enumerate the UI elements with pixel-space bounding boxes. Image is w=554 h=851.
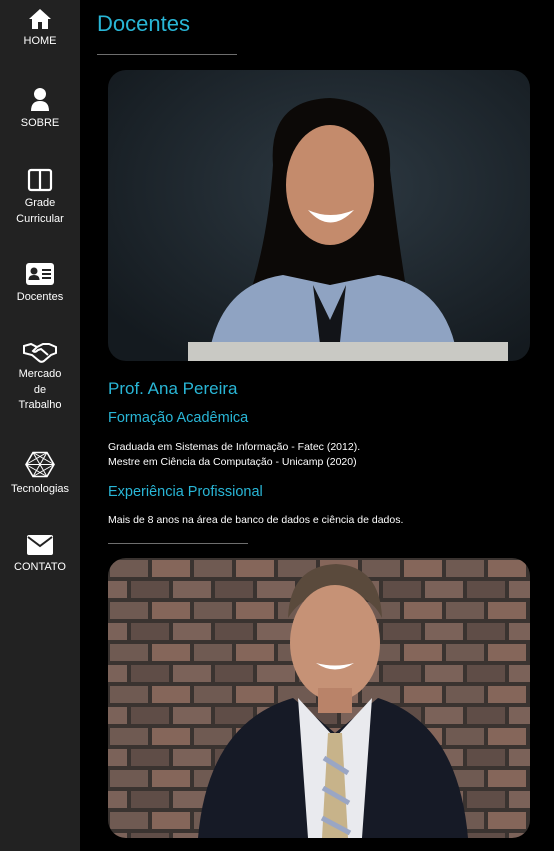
user-icon (31, 88, 49, 111)
nav-docentes-label: Docentes (16, 291, 64, 303)
nav-tecnologias[interactable]: Tecnologias (0, 451, 80, 498)
sidebar: HOME SOBRE Grade Curricular Docentes Mer… (0, 0, 80, 851)
nav-mercado-de-trabalho[interactable]: Mercado de Trabalho (0, 341, 80, 414)
nav-grade-curricular[interactable]: Grade Curricular (0, 168, 80, 227)
teacher-name: Prof. Ana Pereira (108, 379, 238, 398)
nav-grade-curricular-label: Grade Curricular (16, 197, 64, 225)
id-card-icon (26, 263, 54, 285)
education-line: Graduada em Sistemas de Informação - Fat… (108, 441, 361, 453)
nav-contato[interactable]: CONTATO (0, 534, 80, 576)
teacher-photo (108, 558, 530, 838)
nav-tecnologias-label: Tecnologias (10, 483, 70, 495)
nav-home-label: HOME (23, 35, 57, 47)
home-icon (29, 9, 51, 29)
education-line: Mestre em Ciência da Computação - Unicam… (108, 456, 357, 468)
nav-docentes[interactable]: Docentes (0, 262, 80, 306)
nav-sobre-label: SOBRE (20, 117, 60, 129)
education-heading: Formação Acadêmica (108, 410, 249, 426)
nav-home[interactable]: HOME (0, 8, 80, 50)
page-title: Docentes (97, 11, 190, 36)
teacher-photo-image (108, 558, 530, 838)
handshake-icon (23, 342, 57, 363)
experience-heading: Experiência Profissional (108, 484, 263, 500)
experience-text: Mais de 8 anos na área de banco de dados… (108, 514, 404, 526)
polygon-mesh-icon (25, 451, 55, 478)
nav-mercado-de-trabalho-label: Mercado de Trabalho (18, 368, 62, 411)
teacher-divider (108, 543, 248, 544)
title-divider (97, 54, 237, 55)
nav-sobre[interactable]: SOBRE (0, 87, 80, 132)
teacher-photo-image (108, 70, 530, 361)
nav-contato-label: CONTATO (14, 561, 66, 573)
book-open-icon (27, 168, 53, 192)
main-content: Docentes Prof. Ana Pereira Formação Acad… (80, 0, 554, 851)
teacher-photo (108, 70, 530, 361)
envelope-icon (27, 535, 53, 555)
